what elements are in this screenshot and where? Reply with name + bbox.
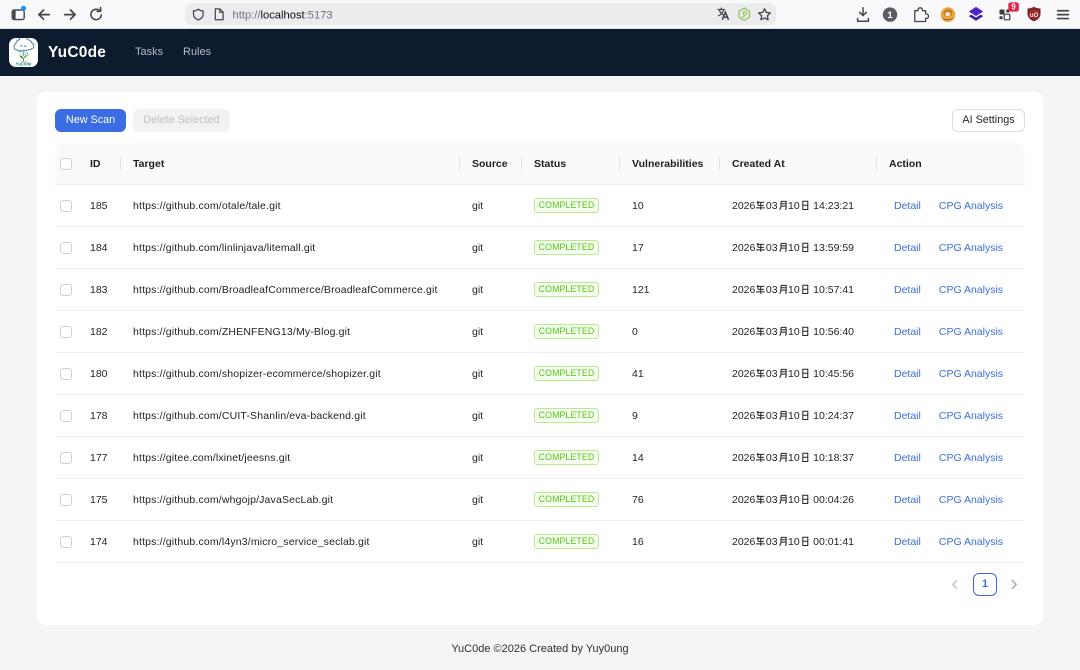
svg-text:1: 1 — [887, 10, 893, 21]
svg-text:YuC0de: YuC0de — [16, 61, 32, 66]
svg-text:9: 9 — [1011, 3, 1016, 12]
svg-text:uO: uO — [1029, 12, 1038, 19]
svg-text:http://localhost:5173: http://localhost:5173 — [233, 10, 333, 22]
